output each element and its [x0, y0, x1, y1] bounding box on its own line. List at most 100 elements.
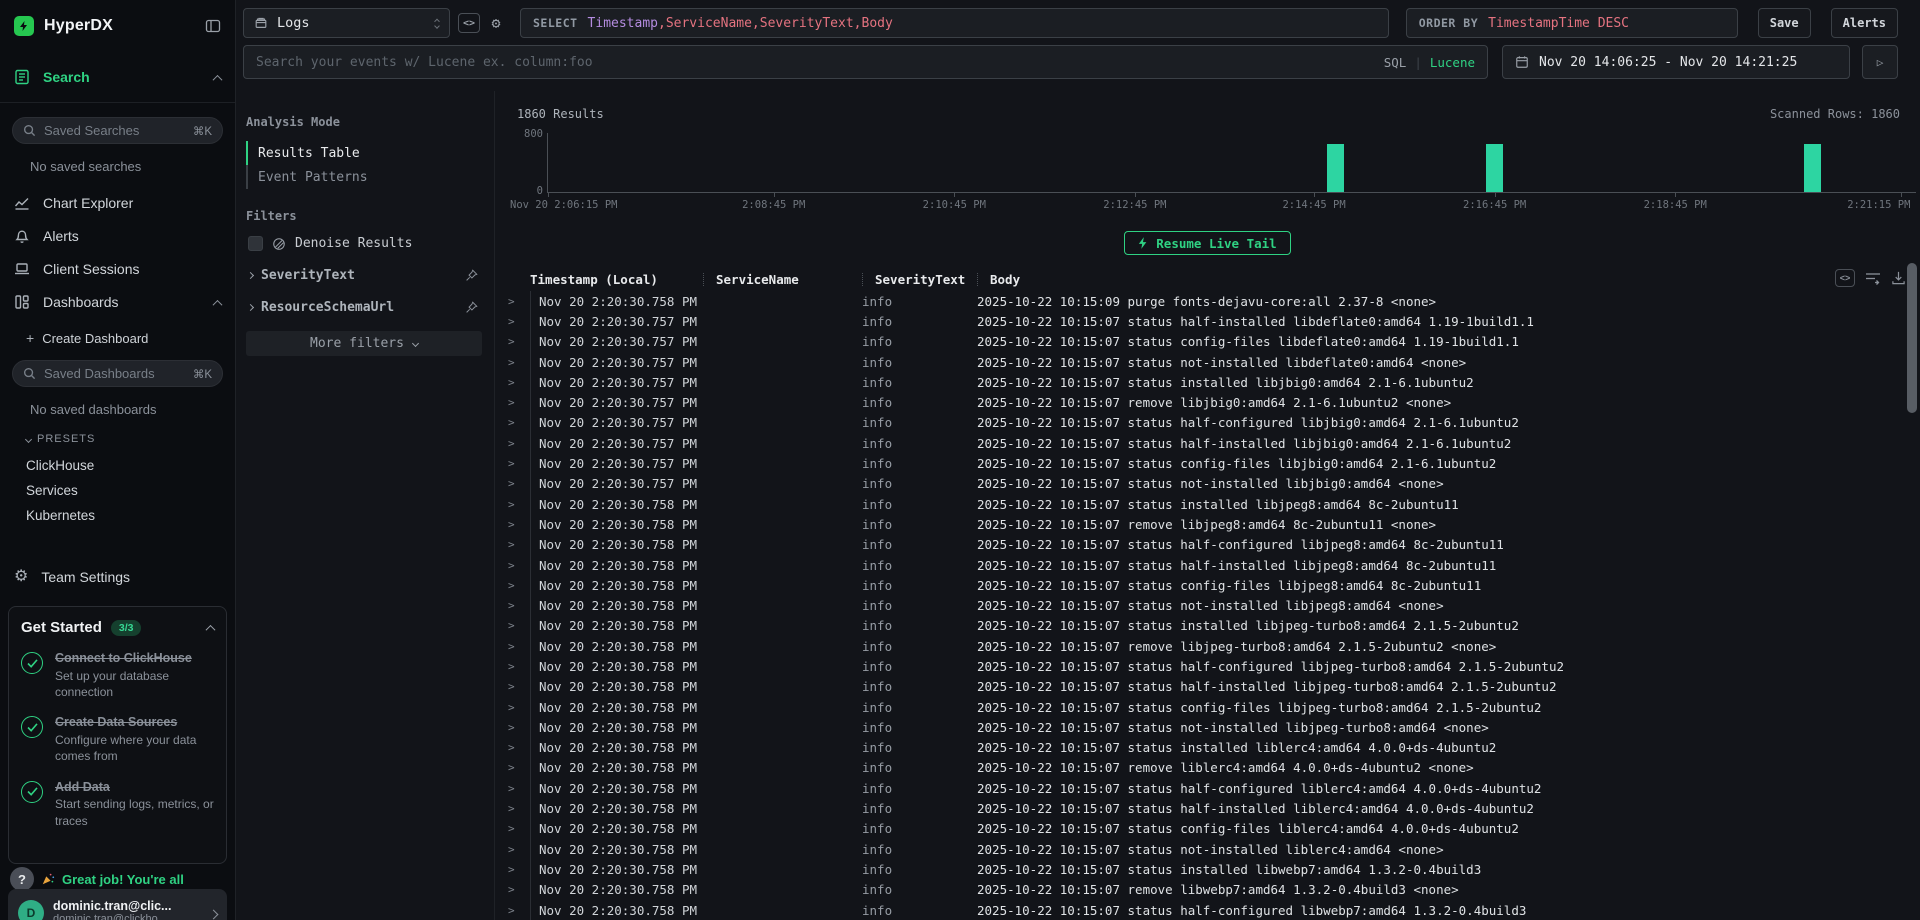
row-expand-chevron-icon[interactable]: > [508, 335, 530, 348]
row-expand-chevron-icon[interactable]: > [508, 863, 530, 876]
chevron-up-icon[interactable] [214, 69, 221, 85]
table-row[interactable]: >Nov 20 2:20:30.758 PMinfo2025-10-22 10:… [495, 555, 1920, 575]
row-expand-chevron-icon[interactable]: > [508, 518, 530, 531]
column-header-timestamp[interactable]: Timestamp (Local) [530, 267, 703, 291]
sidebar-item-team-settings[interactable]: ⚙ Team Settings [0, 560, 235, 593]
mode-sql[interactable]: SQL [1384, 55, 1407, 70]
denoise-toggle[interactable]: Denoise Results [248, 236, 482, 251]
table-row[interactable]: >Nov 20 2:20:30.758 PMinfo2025-10-22 10:… [495, 859, 1920, 879]
table-row[interactable]: >Nov 20 2:20:30.758 PMinfo2025-10-22 10:… [495, 900, 1920, 920]
sidebar-collapse-icon[interactable] [205, 18, 221, 34]
row-expand-chevron-icon[interactable]: > [508, 822, 530, 835]
denoise-checkbox[interactable] [248, 236, 263, 251]
table-row[interactable]: >Nov 20 2:20:30.758 PMinfo2025-10-22 10:… [495, 839, 1920, 859]
table-row[interactable]: >Nov 20 2:20:30.758 PMinfo2025-10-22 10:… [495, 778, 1920, 798]
analysis-mode-results-table[interactable]: Results Table [246, 141, 482, 165]
table-row[interactable]: >Nov 20 2:20:30.758 PMinfo2025-10-22 10:… [495, 697, 1920, 717]
source-settings-gear-icon[interactable]: ⚙ [485, 12, 507, 34]
presets-header[interactable]: PRESETS [26, 433, 235, 445]
analysis-mode-event-patterns[interactable]: Event Patterns [246, 165, 482, 189]
column-resize-handle[interactable] [862, 273, 863, 286]
row-expand-chevron-icon[interactable]: > [508, 640, 530, 653]
saved-searches-input[interactable]: Saved Searches ⌘K [12, 117, 223, 144]
table-row[interactable]: >Nov 20 2:20:30.758 PMinfo2025-10-22 10:… [495, 291, 1920, 311]
table-row[interactable]: >Nov 20 2:20:30.758 PMinfo2025-10-22 10:… [495, 758, 1920, 778]
column-header-servicename[interactable]: ServiceName [703, 267, 862, 291]
results-histogram[interactable]: 800 0 Nov 20 2:06:15 PM2:08:45 PM2:10:45… [509, 123, 1918, 219]
filter-group-resourceschemaurl[interactable]: ResourceSchemaUrl [246, 300, 482, 315]
table-row[interactable]: >Nov 20 2:20:30.757 PMinfo2025-10-22 10:… [495, 311, 1920, 331]
sidebar-preset-item[interactable]: ClickHouse [0, 453, 235, 478]
sidebar-item-dashboards[interactable]: Dashboards [0, 285, 235, 318]
table-row[interactable]: >Nov 20 2:20:30.758 PMinfo2025-10-22 10:… [495, 575, 1920, 595]
column-header-severitytext[interactable]: SeverityText [862, 267, 977, 291]
row-expand-chevron-icon[interactable]: > [508, 477, 530, 490]
select-columns-input[interactable]: SELECT Timestamp,ServiceName,SeverityTex… [520, 8, 1389, 38]
chevron-up-icon[interactable] [207, 620, 214, 635]
table-row[interactable]: >Nov 20 2:20:30.758 PMinfo2025-10-22 10:… [495, 677, 1920, 697]
table-row[interactable]: >Nov 20 2:20:30.758 PMinfo2025-10-22 10:… [495, 494, 1920, 514]
table-row[interactable]: >Nov 20 2:20:30.758 PMinfo2025-10-22 10:… [495, 514, 1920, 534]
chevron-up-icon[interactable] [214, 294, 221, 310]
table-row[interactable]: >Nov 20 2:20:30.758 PMinfo2025-10-22 10:… [495, 535, 1920, 555]
code-icon[interactable]: <> [1835, 269, 1855, 287]
row-expand-chevron-icon[interactable]: > [508, 356, 530, 369]
histogram-bar[interactable] [1804, 144, 1821, 192]
table-row[interactable]: >Nov 20 2:20:30.758 PMinfo2025-10-22 10:… [495, 717, 1920, 737]
source-select[interactable]: Logs [243, 8, 450, 38]
row-expand-chevron-icon[interactable]: > [508, 701, 530, 714]
filter-group-severitytext[interactable]: SeverityText [246, 268, 482, 283]
row-expand-chevron-icon[interactable]: > [508, 782, 530, 795]
table-row[interactable]: >Nov 20 2:20:30.757 PMinfo2025-10-22 10:… [495, 413, 1920, 433]
row-expand-chevron-icon[interactable]: > [508, 416, 530, 429]
mode-lucene[interactable]: Lucene [1430, 55, 1475, 70]
get-started-item[interactable]: Create Data SourcesConfigure where your … [21, 714, 214, 764]
sidebar-preset-item[interactable]: Services [0, 478, 235, 503]
histogram-bar[interactable] [1486, 144, 1503, 192]
saved-dashboards-input[interactable]: Saved Dashboards ⌘K [12, 360, 223, 387]
pin-icon[interactable] [465, 301, 478, 314]
user-menu[interactable]: D dominic.tran@clic... dominic.tran@clic… [8, 889, 227, 920]
table-row[interactable]: >Nov 20 2:20:30.757 PMinfo2025-10-22 10:… [495, 392, 1920, 412]
table-row[interactable]: >Nov 20 2:20:30.757 PMinfo2025-10-22 10:… [495, 453, 1920, 473]
help-icon[interactable]: ? [10, 867, 34, 891]
sidebar-item-chart-explorer[interactable]: Chart Explorer [0, 186, 235, 219]
column-header-body[interactable]: Body [977, 267, 1920, 291]
sidebar-item-client-sessions[interactable]: Client Sessions [0, 252, 235, 285]
row-expand-chevron-icon[interactable]: > [508, 437, 530, 450]
row-expand-chevron-icon[interactable]: > [508, 498, 530, 511]
download-icon[interactable] [1891, 271, 1906, 285]
row-expand-chevron-icon[interactable]: > [508, 883, 530, 896]
edit-sql-icon[interactable]: <> [458, 13, 480, 33]
row-expand-chevron-icon[interactable]: > [508, 376, 530, 389]
column-resize-handle[interactable] [977, 273, 978, 286]
more-filters-button[interactable]: More filters [246, 331, 482, 356]
row-expand-chevron-icon[interactable]: > [508, 761, 530, 774]
row-expand-chevron-icon[interactable]: > [508, 579, 530, 592]
row-expand-chevron-icon[interactable]: > [508, 538, 530, 551]
get-started-item[interactable]: Connect to ClickHouseSet up your databas… [21, 650, 214, 700]
row-expand-chevron-icon[interactable]: > [508, 559, 530, 572]
table-row[interactable]: >Nov 20 2:20:30.758 PMinfo2025-10-22 10:… [495, 738, 1920, 758]
table-row[interactable]: >Nov 20 2:20:30.757 PMinfo2025-10-22 10:… [495, 332, 1920, 352]
date-range-picker[interactable]: Nov 20 14:06:25 - Nov 20 14:21:25 [1502, 45, 1850, 79]
row-expand-chevron-icon[interactable]: > [508, 741, 530, 754]
wrap-lines-icon[interactable] [1865, 271, 1881, 285]
sidebar-item-alerts[interactable]: Alerts [0, 219, 235, 252]
row-expand-chevron-icon[interactable]: > [508, 843, 530, 856]
row-expand-chevron-icon[interactable]: > [508, 599, 530, 612]
sidebar-item-search[interactable]: Search [0, 60, 235, 93]
resume-live-tail-button[interactable]: Resume Live Tail [1124, 231, 1290, 255]
histogram-bar[interactable] [1327, 144, 1344, 192]
table-row[interactable]: >Nov 20 2:20:30.757 PMinfo2025-10-22 10:… [495, 433, 1920, 453]
order-by-input[interactable]: ORDER BY TimestampTime DESC [1406, 8, 1738, 38]
row-expand-chevron-icon[interactable]: > [508, 315, 530, 328]
table-row[interactable]: >Nov 20 2:20:30.758 PMinfo2025-10-22 10:… [495, 656, 1920, 676]
row-expand-chevron-icon[interactable]: > [508, 396, 530, 409]
row-expand-chevron-icon[interactable]: > [508, 457, 530, 470]
get-started-item[interactable]: Add DataStart sending logs, metrics, or … [21, 779, 214, 829]
row-expand-chevron-icon[interactable]: > [508, 802, 530, 815]
create-dashboard-button[interactable]: + Create Dashboard [26, 330, 235, 346]
table-row[interactable]: >Nov 20 2:20:30.758 PMinfo2025-10-22 10:… [495, 636, 1920, 656]
alerts-button[interactable]: Alerts [1831, 8, 1898, 38]
